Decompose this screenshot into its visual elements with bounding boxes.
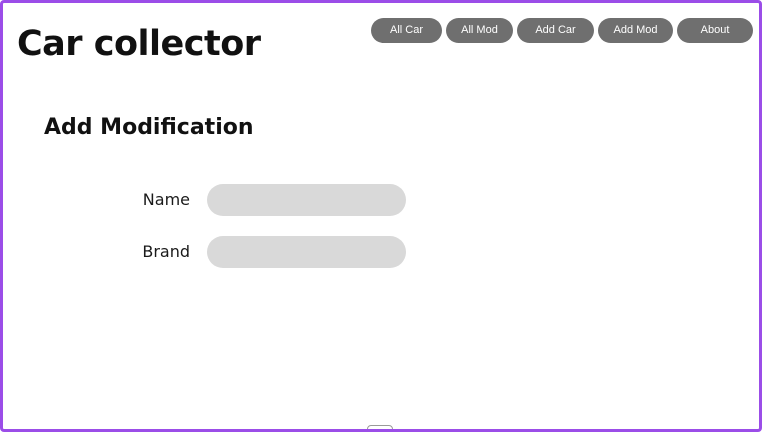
nav-add-car-button[interactable]: Add Car <box>517 18 594 43</box>
top-nav: All Car All Mod Add Car Add Mod About <box>371 18 753 43</box>
nav-about-button[interactable]: About <box>677 18 753 43</box>
page-heading: Add Modification <box>44 115 254 140</box>
nav-add-mod-button[interactable]: Add Mod <box>598 18 673 43</box>
nav-all-mod-button[interactable]: All Mod <box>446 18 513 43</box>
nav-all-car-button[interactable]: All Car <box>371 18 442 43</box>
brand-label: Brand <box>142 242 190 261</box>
app-window: Car collector All Car All Mod Add Car Ad… <box>0 0 762 432</box>
form-row-brand: Brand <box>3 236 503 268</box>
resize-handle[interactable] <box>367 425 393 429</box>
brand-input[interactable] <box>207 236 406 268</box>
form-row-name: Name <box>3 184 503 216</box>
name-input[interactable] <box>207 184 406 216</box>
app-title: Car collector <box>17 24 261 64</box>
name-label: Name <box>142 190 190 209</box>
